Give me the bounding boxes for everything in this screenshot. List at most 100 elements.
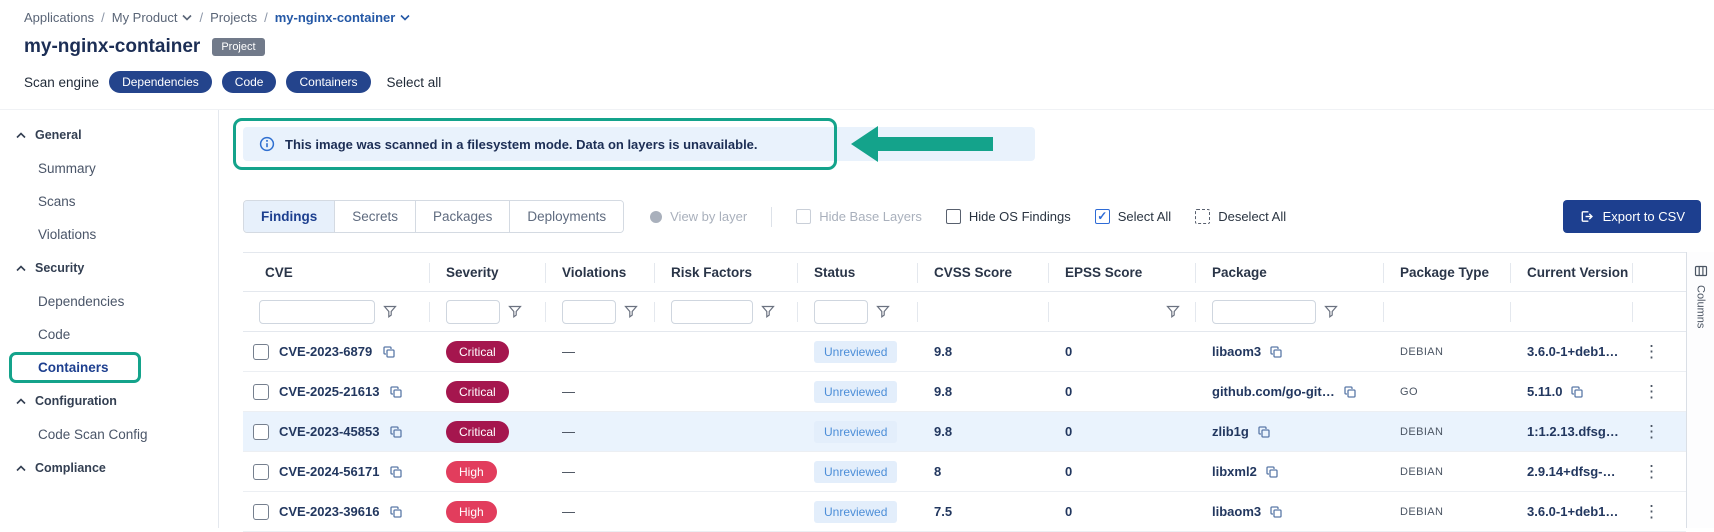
copy-icon[interactable] [1257,425,1271,439]
sidebar-section-label: Configuration [35,394,117,408]
copy-icon[interactable] [389,465,403,479]
row-checkbox[interactable] [253,504,269,520]
checkbox-indeterminate-icon[interactable] [1195,209,1210,224]
sidebar-item-code[interactable]: Code [0,318,218,351]
column-header-severity[interactable]: Severity [430,253,546,291]
row-checkbox[interactable] [253,464,269,480]
column-header-violations[interactable]: Violations [546,253,655,291]
severity-filter-input[interactable] [446,300,500,324]
funnel-icon[interactable] [383,305,397,318]
cve-link[interactable]: CVE-2023-6879 [279,344,372,359]
chevron-down-icon [182,14,192,21]
copy-icon[interactable] [1343,385,1357,399]
cve-link[interactable]: CVE-2023-39616 [279,504,379,519]
scan-engine-pill-dependencies[interactable]: Dependencies [109,71,212,93]
cve-link[interactable]: CVE-2025-21613 [279,384,379,399]
status-filter-input[interactable] [814,300,868,324]
sidebar-item-summary[interactable]: Summary [0,152,218,185]
funnel-icon[interactable] [624,305,638,318]
severity-badge: Critical [446,381,509,403]
scan-engine-pill-containers[interactable]: Containers [286,71,370,93]
row-checkbox[interactable] [253,424,269,440]
violations-value: — [562,384,575,399]
risk-factors-filter-input[interactable] [671,300,753,324]
table-header-row: CVE Severity Violations Risk Factors Sta… [243,252,1686,292]
tab-findings[interactable]: Findings [244,201,335,232]
row-menu-button[interactable]: ⋮ [1639,503,1664,520]
copy-icon[interactable] [1269,505,1283,519]
table-filter-row [243,292,1686,332]
findings-tab-group: Findings Secrets Packages Deployments [243,200,624,233]
table-row-selected: CVE-2023-45853 Critical — Unreviewed 9.8… [243,412,1686,452]
sidebar-section-security[interactable]: Security [0,251,218,285]
tab-packages[interactable]: Packages [416,201,510,232]
copy-icon[interactable] [389,425,403,439]
breadcrumb-separator: / [199,10,203,25]
select-all-checkbox[interactable]: Select All [1095,209,1171,224]
status-badge: Unreviewed [814,381,897,403]
scan-engine-select-all[interactable]: Select all [387,75,442,90]
column-header-cvss-score[interactable]: CVSS Score [918,253,1049,291]
row-menu-button[interactable]: ⋮ [1639,383,1664,400]
copy-icon[interactable] [1265,465,1279,479]
column-header-current-version[interactable]: Current Version [1511,253,1633,291]
violations-filter-input[interactable] [562,300,616,324]
funnel-icon[interactable] [876,305,890,318]
columns-panel-toggle[interactable]: Columns [1686,252,1714,528]
package-filter-input[interactable] [1212,300,1316,324]
checkbox-icon [796,209,811,224]
cve-link[interactable]: CVE-2024-56171 [279,464,379,479]
copy-icon[interactable] [389,505,403,519]
cve-filter-input[interactable] [259,300,375,324]
breadcrumb-label: Projects [210,10,257,25]
sidebar-item-containers[interactable]: Containers [9,352,141,383]
row-menu-button[interactable]: ⋮ [1639,423,1664,440]
funnel-icon[interactable] [761,305,775,318]
sidebar-item-dependencies[interactable]: Dependencies [0,285,218,318]
export-to-csv-button[interactable]: Export to CSV [1563,200,1701,233]
breadcrumb-current-project[interactable]: my-nginx-container [275,10,411,25]
sidebar-item-scans[interactable]: Scans [0,185,218,218]
tab-deployments[interactable]: Deployments [510,201,623,232]
column-header-risk-factors[interactable]: Risk Factors [655,253,798,291]
checkbox-checked-icon[interactable] [1095,209,1110,224]
funnel-icon[interactable] [1166,305,1180,318]
view-by-layer-toggle: View by layer [650,209,747,224]
cve-link[interactable]: CVE-2023-45853 [279,424,379,439]
chevron-up-icon [16,132,26,139]
funnel-icon[interactable] [1324,305,1338,318]
table-row: CVE-2024-56171 High — Unreviewed 8 0 lib… [243,452,1686,492]
breadcrumb-applications[interactable]: Applications [24,10,94,25]
chevron-down-icon [400,14,410,21]
column-header-epss-score[interactable]: EPSS Score [1049,253,1196,291]
hide-os-findings-checkbox[interactable]: Hide OS Findings [946,209,1071,224]
copy-icon[interactable] [389,385,403,399]
sidebar: General Summary Scans Violations Securit… [0,110,219,528]
column-header-package-type[interactable]: Package Type [1384,253,1511,291]
funnel-icon[interactable] [508,305,522,318]
sidebar-section-compliance[interactable]: Compliance [0,451,218,485]
copy-icon[interactable] [1269,345,1283,359]
scan-engine-label: Scan engine [24,75,99,90]
hide-base-layers-checkbox: Hide Base Layers [796,209,922,224]
breadcrumb-my-product[interactable]: My Product [112,10,193,25]
row-checkbox[interactable] [253,344,269,360]
row-menu-button[interactable]: ⋮ [1639,343,1664,360]
scan-engine-pill-code[interactable]: Code [222,71,277,93]
column-header-status[interactable]: Status [798,253,918,291]
checkbox-icon[interactable] [946,209,961,224]
radio-icon [650,211,662,223]
sidebar-section-configuration[interactable]: Configuration [0,384,218,418]
column-header-package[interactable]: Package [1196,253,1384,291]
tab-secrets[interactable]: Secrets [335,201,416,232]
deselect-all-checkbox[interactable]: Deselect All [1195,209,1286,224]
sidebar-item-violations[interactable]: Violations [0,218,218,251]
row-menu-button[interactable]: ⋮ [1639,463,1664,480]
row-checkbox[interactable] [253,384,269,400]
copy-icon[interactable] [1570,385,1584,399]
breadcrumb-projects[interactable]: Projects [210,10,257,25]
sidebar-section-general[interactable]: General [0,118,218,152]
sidebar-item-code-scan-config[interactable]: Code Scan Config [0,418,218,451]
copy-icon[interactable] [382,345,396,359]
column-header-cve[interactable]: CVE [243,253,430,291]
